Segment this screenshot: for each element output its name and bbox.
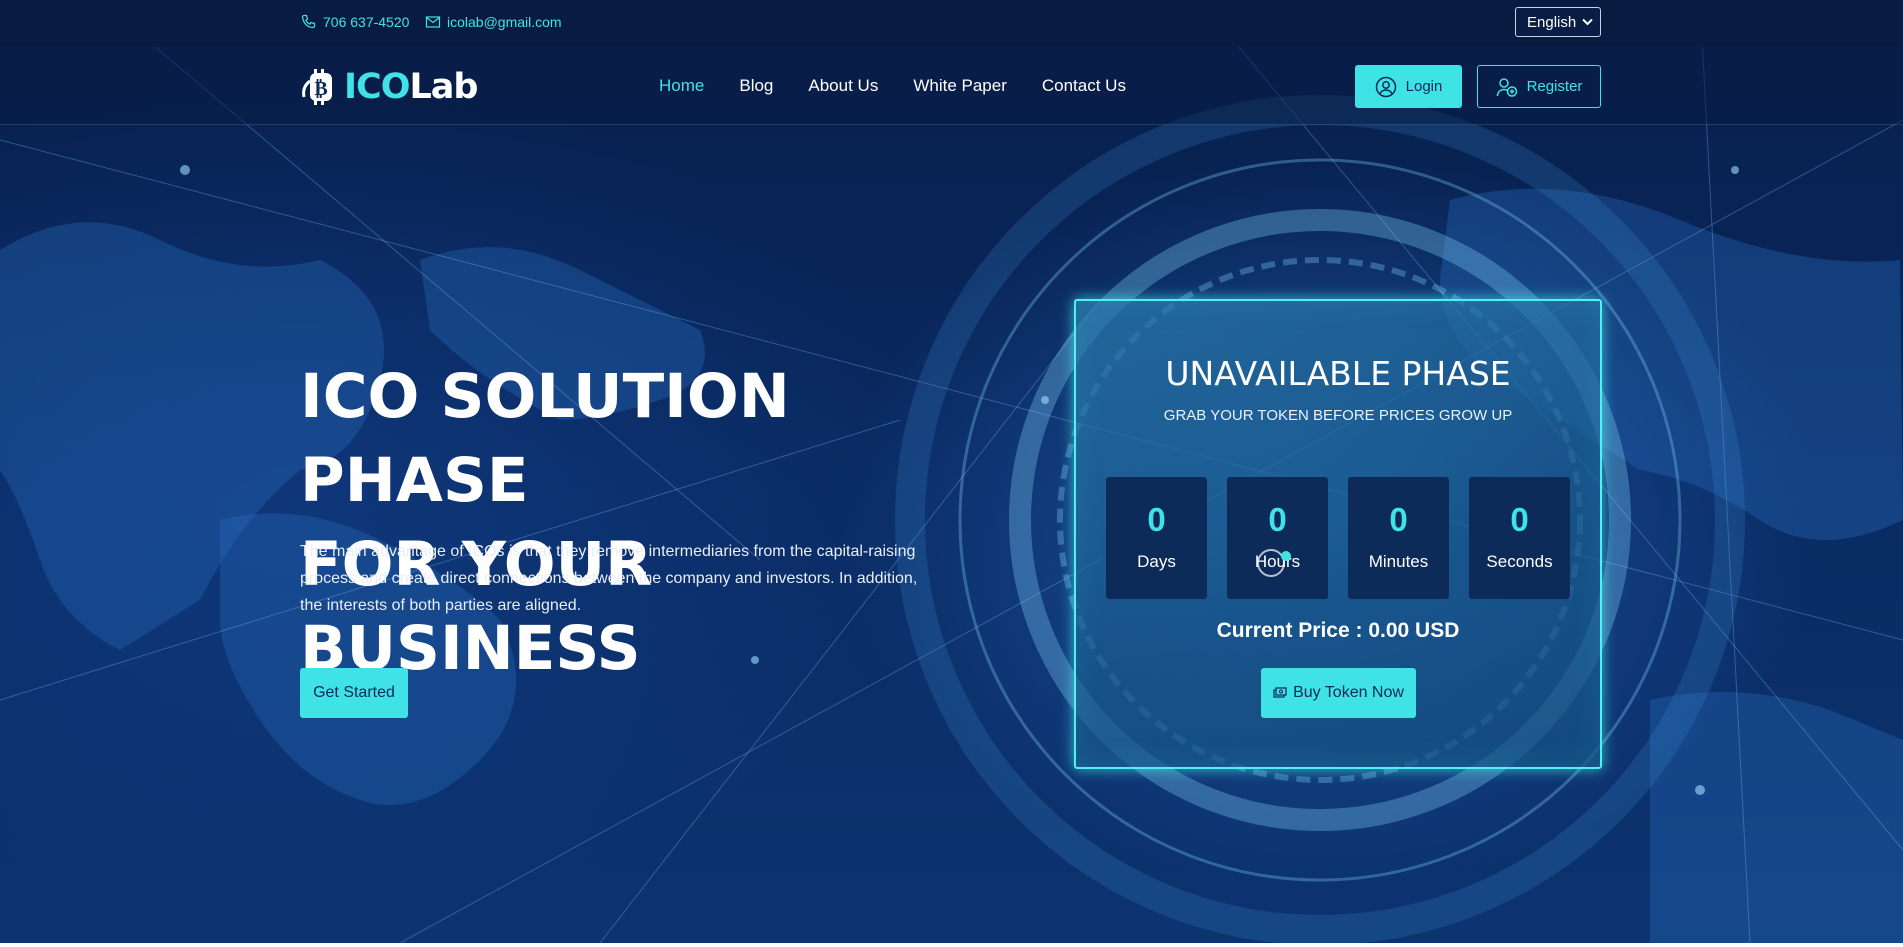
timer-seconds: 0 Seconds xyxy=(1469,477,1570,599)
site-logo[interactable]: ₿ ICOLab xyxy=(300,67,478,107)
current-price: Current Price : 0.00 USD xyxy=(1216,619,1460,642)
login-label: Login xyxy=(1405,78,1443,95)
phone-icon xyxy=(301,14,316,29)
timer-hours: 0 Hours xyxy=(1227,477,1328,599)
cursor-dot-icon xyxy=(1281,551,1291,561)
register-label: Register xyxy=(1526,78,1583,95)
nav-contact-us[interactable]: Contact Us xyxy=(1042,76,1126,96)
timer-days: 0 Days xyxy=(1106,477,1207,599)
get-started-button[interactable]: Get Started xyxy=(300,668,408,718)
mail-icon xyxy=(425,16,441,28)
login-button[interactable]: Login xyxy=(1355,65,1462,108)
chevron-down-icon xyxy=(1582,18,1593,26)
timer-value: 0 xyxy=(1510,501,1529,538)
timer-label: Seconds xyxy=(1486,552,1553,571)
nav-home[interactable]: Home xyxy=(659,76,704,96)
timer-minutes: 0 Minutes xyxy=(1348,477,1449,599)
buy-token-label: Buy Token Now xyxy=(1293,684,1404,701)
nav-white-paper[interactable]: White Paper xyxy=(913,76,1007,96)
timer-label: Days xyxy=(1137,552,1176,571)
hero-description: The main advantage of ICOs is that they … xyxy=(300,543,918,614)
logo-text-accent: ICO xyxy=(344,67,410,107)
phone-number: 706 637-4520 xyxy=(323,14,410,30)
timer-value: 0 xyxy=(1147,501,1166,538)
phase-title: UNAVAILABLE PHASE xyxy=(1165,354,1511,393)
nav-blog[interactable]: Blog xyxy=(739,76,773,96)
register-button[interactable]: Register xyxy=(1477,65,1601,108)
timer-value: 0 xyxy=(1268,501,1287,538)
countdown-card: UNAVAILABLE PHASE GRAB YOUR TOKEN BEFORE… xyxy=(1074,299,1602,769)
timer-value: 0 xyxy=(1389,501,1408,538)
bitcoin-logo-icon: ₿ xyxy=(302,69,332,105)
language-select[interactable]: English xyxy=(1515,7,1601,37)
phase-subtitle: GRAB YOUR TOKEN BEFORE PRICES GROW UP xyxy=(1163,407,1513,424)
language-value: English xyxy=(1527,13,1577,31)
buy-token-button[interactable]: Buy Token Now xyxy=(1261,668,1416,718)
user-plus-icon xyxy=(1496,77,1517,97)
email-contact[interactable]: icolab@gmail.com xyxy=(425,14,562,30)
background-network-illustration xyxy=(0,0,1903,943)
main-header: ₿ ICOLab Home Blog About Us White Paper … xyxy=(0,47,1903,125)
user-circle-icon xyxy=(1375,76,1396,97)
nav-about-us[interactable]: About Us xyxy=(808,76,878,96)
top-bar: 706 637-4520 icolab@gmail.com English xyxy=(0,0,1903,47)
hero-title-line-1: ICO SOLUTION PHASE xyxy=(300,361,790,516)
email-address: icolab@gmail.com xyxy=(447,14,562,30)
countdown-timer: 0 Days 0 Hours 0 Minutes 0 Seconds xyxy=(1106,477,1570,599)
page: 706 637-4520 icolab@gmail.com English ₿ … xyxy=(0,0,1903,943)
phone-contact[interactable]: 706 637-4520 xyxy=(301,14,409,30)
logo-text: ICOLab xyxy=(344,67,478,107)
timer-label: Minutes xyxy=(1368,552,1429,571)
svg-text:₿: ₿ xyxy=(314,76,327,100)
hero-title: ICO SOLUTION PHASE FOR YOUR BUSINESS xyxy=(300,355,940,691)
money-icon xyxy=(1273,687,1287,698)
main-nav: Home Blog About Us White Paper Contact U… xyxy=(659,76,1161,96)
